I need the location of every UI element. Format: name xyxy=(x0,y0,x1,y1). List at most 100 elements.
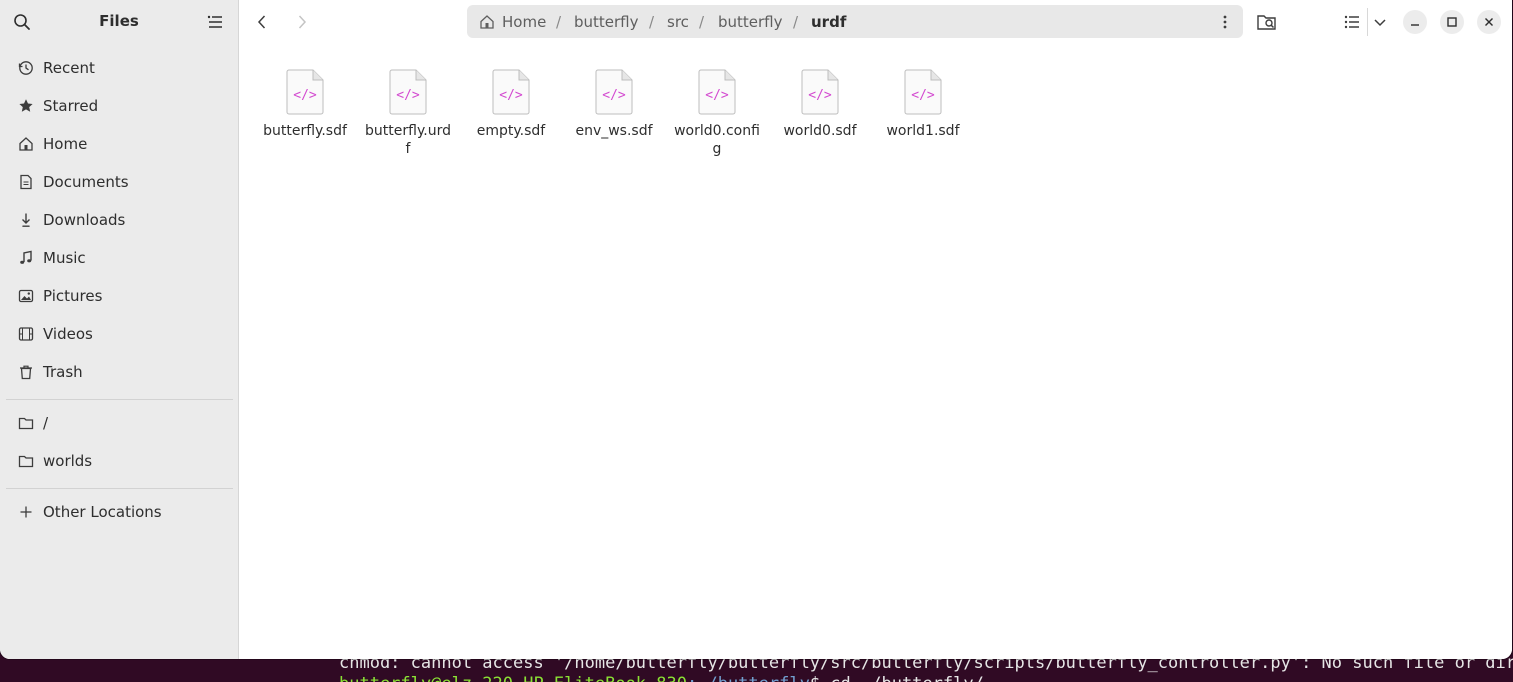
file-name: world0.sdf xyxy=(783,123,857,139)
main-menu-icon[interactable] xyxy=(206,14,224,30)
file-name: env_ws.sdf xyxy=(575,123,653,139)
breadcrumb-separator: / xyxy=(556,13,562,31)
sidebar-item-label: Documents xyxy=(43,173,129,191)
sidebar-item-starred[interactable]: Starred xyxy=(6,89,232,123)
sidebar-item-label: Recent xyxy=(43,59,95,77)
terminal-command: $ cd ~/butterfly/ xyxy=(810,674,984,682)
sidebar-item-label: Trash xyxy=(43,363,83,381)
minimize-icon xyxy=(1411,24,1419,26)
svg-text:</>: </> xyxy=(808,88,832,103)
forward-icon[interactable] xyxy=(291,11,313,33)
sidebar-item-label: / xyxy=(43,414,49,432)
download-icon xyxy=(22,213,30,227)
svg-text:</>: </> xyxy=(499,88,523,103)
list-view-icon[interactable] xyxy=(1340,10,1364,34)
breadcrumb-home[interactable]: Home xyxy=(502,13,546,31)
music-icon xyxy=(20,250,32,264)
file-item[interactable]: </> world0.sdf xyxy=(770,68,870,140)
minimize-button[interactable] xyxy=(1403,10,1427,34)
file-item[interactable]: </> env_ws.sdf xyxy=(564,68,664,140)
sidebar-item-music[interactable]: Music xyxy=(6,241,232,275)
terminal-path: :~/butterfly xyxy=(687,674,810,682)
close-button[interactable] xyxy=(1477,10,1501,34)
sidebar-item-label: Home xyxy=(43,135,88,153)
file-item[interactable]: </> empty.sdf xyxy=(461,68,561,140)
folder-icon xyxy=(18,417,34,430)
chevron-down-icon[interactable] xyxy=(1368,10,1392,34)
breadcrumb-butterfly[interactable]: butterfly xyxy=(574,13,639,31)
file-name: empty.sdf xyxy=(476,123,546,139)
breadcrumb-src[interactable]: src xyxy=(667,13,689,31)
clock-icon xyxy=(18,61,33,75)
terminal-prompt-line: butterfly@elz-220-HP-EliteBook-830:~/but… xyxy=(339,674,984,682)
app-title: Files xyxy=(99,12,139,30)
sidebar-item-recent[interactable]: Recent xyxy=(6,51,232,85)
home-icon xyxy=(480,15,494,29)
folder-icon xyxy=(18,455,34,468)
sidebar-item-label: Pictures xyxy=(43,287,103,305)
file-item[interactable]: </> world0.config xyxy=(667,68,767,158)
path-menu-icon[interactable] xyxy=(1217,13,1233,31)
svg-text:</>: </> xyxy=(705,88,729,103)
close-icon xyxy=(1485,18,1493,26)
breadcrumb-current[interactable]: urdf xyxy=(811,13,846,31)
sidebar-item-pictures[interactable]: Pictures xyxy=(6,279,232,313)
file-name: butterfly.urdf xyxy=(365,123,451,157)
terminal-prompt: butterfly@elz-220-HP-EliteBook-830 xyxy=(339,674,687,682)
sidebar-item-worlds[interactable]: worlds xyxy=(6,444,232,478)
sidebar-item-downloads[interactable]: Downloads xyxy=(6,203,232,237)
pictures-icon xyxy=(18,289,34,303)
svg-text:</>: </> xyxy=(293,88,317,103)
sidebar-item-trash[interactable]: Trash xyxy=(6,355,232,389)
file-item[interactable]: </> butterfly.urdf xyxy=(358,68,458,158)
sidebar-divider xyxy=(6,399,233,400)
sidebar-item-label: Music xyxy=(43,249,86,267)
xml-file-icon: </> xyxy=(595,69,633,115)
file-name: world1.sdf xyxy=(886,123,960,139)
xml-file-icon: </> xyxy=(801,69,839,115)
svg-text:</>: </> xyxy=(396,88,420,103)
file-grid: </> butterfly.sdf </> butterfly.urdf </>… xyxy=(239,44,1512,659)
sidebar: Files Recent Starred Home Documents Down… xyxy=(0,0,239,659)
path-bar[interactable]: Home / butterfly / src / butterfly / urd… xyxy=(467,5,1243,38)
file-item[interactable]: </> world1.sdf xyxy=(873,68,973,140)
sidebar-item-home[interactable]: Home xyxy=(6,127,232,161)
file-name: butterfly.sdf xyxy=(263,123,347,139)
svg-text:</>: </> xyxy=(911,88,935,103)
sidebar-divider xyxy=(6,488,233,489)
breadcrumb-separator: / xyxy=(793,13,799,31)
home-icon xyxy=(19,137,33,151)
sidebar-item-label: Videos xyxy=(43,325,93,343)
file-item[interactable]: </> butterfly.sdf xyxy=(255,68,355,140)
xml-file-icon: </> xyxy=(389,69,427,115)
xml-file-icon: </> xyxy=(492,69,530,115)
sidebar-item-label: Other Locations xyxy=(43,503,162,521)
back-icon[interactable] xyxy=(251,11,273,33)
search-folder-icon[interactable] xyxy=(1255,10,1279,34)
plus-icon xyxy=(20,506,32,518)
file-name: world0.config xyxy=(674,123,760,157)
sidebar-item-root[interactable]: / xyxy=(6,406,232,440)
sidebar-item-label: worlds xyxy=(43,452,93,470)
sidebar-item-videos[interactable]: Videos xyxy=(6,317,232,351)
maximize-icon xyxy=(1447,17,1457,27)
header-bar: Home / butterfly / src / butterfly / urd… xyxy=(239,0,1512,44)
xml-file-icon: </> xyxy=(904,69,942,115)
breadcrumb-butterfly-2[interactable]: butterfly xyxy=(718,13,783,31)
trash-icon xyxy=(20,365,32,380)
sidebar-item-documents[interactable]: Documents xyxy=(6,165,232,199)
maximize-button[interactable] xyxy=(1440,10,1464,34)
svg-text:</>: </> xyxy=(602,88,626,103)
sidebar-item-label: Starred xyxy=(43,97,99,115)
background-terminal: chmod: cannot access '/home/butterfly/bu… xyxy=(0,656,1513,682)
videos-icon xyxy=(18,327,34,341)
sidebar-header: Files xyxy=(0,0,238,44)
breadcrumb-separator: / xyxy=(649,13,655,31)
xml-file-icon: </> xyxy=(698,69,736,115)
star-icon xyxy=(19,99,33,112)
sidebar-item-other-locations[interactable]: Other Locations xyxy=(6,495,232,529)
documents-icon xyxy=(20,174,32,190)
files-window: Files Recent Starred Home Documents Down… xyxy=(0,0,1512,659)
breadcrumb-separator: / xyxy=(699,13,705,31)
sidebar-item-label: Downloads xyxy=(43,211,126,229)
